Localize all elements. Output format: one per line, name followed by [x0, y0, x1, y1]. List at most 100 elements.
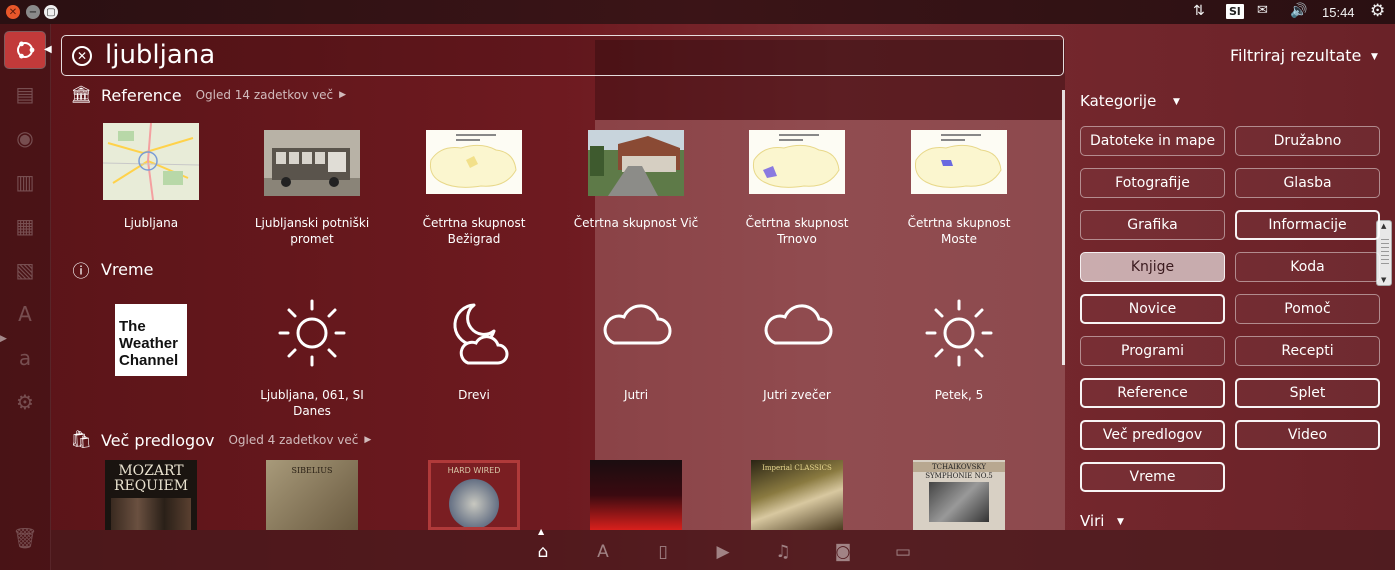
weather-tile[interactable]: Jutri	[555, 297, 717, 403]
home-lens-icon[interactable]: ⌂	[531, 542, 555, 562]
active-lens-indicator-icon: ▲	[538, 527, 545, 536]
result-tile[interactable]: Četrtna skupnost Trnovo	[716, 130, 878, 247]
weather-provider-tile[interactable]: The Weather Channel	[70, 304, 232, 376]
album-tile[interactable]: Imperial CLASSICS	[716, 460, 878, 530]
filter-button[interactable]: Več predlogov	[1080, 420, 1225, 450]
settings-app-icon[interactable]: ⚙	[5, 384, 45, 420]
scroll-down-icon[interactable]: ▼	[1381, 276, 1386, 284]
album-text: SIBELIUS	[291, 466, 333, 475]
category-title: Vreme	[101, 260, 154, 279]
launcher: ◀ ▤ ◉ ▥ ▦ ▧ A ▶ a ⚙ 🗑	[0, 24, 52, 570]
expand-arrow-icon[interactable]: ▶	[339, 90, 346, 100]
album-tile[interactable]	[555, 460, 717, 530]
keyboard-layout-indicator[interactable]: Sl	[1226, 4, 1244, 19]
tile-label: Četrtna skupnost	[907, 216, 1011, 230]
mail-icon[interactable]: ✉	[1257, 3, 1268, 18]
filter-button[interactable]: Knjige	[1080, 252, 1225, 282]
ubuntu-dash-button[interactable]	[5, 32, 45, 68]
logo-line: Weather	[119, 335, 178, 352]
volume-icon[interactable]: 🔊	[1290, 3, 1307, 19]
music-lens-icon[interactable]: ♫	[771, 542, 795, 562]
calc-app-icon[interactable]: ▦	[5, 208, 45, 244]
sources-heading[interactable]: Viri	[1080, 512, 1104, 530]
files-lens-icon[interactable]: ▯	[651, 542, 675, 562]
result-tile[interactable]: Četrtna skupnost Vič	[555, 130, 717, 231]
maximize-window-icon[interactable]: ▢	[44, 5, 58, 19]
album-text: Imperial CLASSICS	[762, 464, 832, 472]
social-lens-icon[interactable]: ▭	[891, 542, 915, 562]
software-center-app-icon[interactable]: A	[5, 296, 45, 332]
filter-results-toggle[interactable]: Filtriraj rezultate	[1230, 46, 1361, 65]
firefox-app-icon[interactable]: ◉	[5, 120, 45, 156]
album-tile[interactable]: MOZART REQUIEM	[70, 460, 232, 530]
dropdown-arrow-icon[interactable]: ▼	[1173, 97, 1180, 107]
launcher-active-arrow-icon: ◀	[44, 44, 52, 55]
album-cover: Imperial CLASSICS	[751, 460, 843, 530]
clock[interactable]: 15:44	[1322, 5, 1355, 20]
tile-label: Jutri	[623, 388, 649, 402]
amazon-app-icon[interactable]: a	[5, 340, 45, 376]
close-window-icon[interactable]: ✕	[6, 5, 20, 19]
reference-building-icon: 🏛	[70, 85, 92, 105]
tile-label: Bežigrad	[447, 232, 501, 246]
album-tile[interactable]: HARD WIRED	[393, 460, 555, 530]
filter-button[interactable]: Reference	[1080, 378, 1225, 408]
writer-app-icon[interactable]: ▥	[5, 164, 45, 200]
search-input[interactable]: ljubljana	[105, 40, 215, 70]
minimize-window-icon[interactable]: −	[26, 5, 40, 19]
result-tile[interactable]: Četrtna skupnost Bežigrad	[393, 130, 555, 247]
network-icon[interactable]: ⇅	[1193, 3, 1205, 19]
dash-search-box[interactable]: ✕ ljubljana	[61, 35, 1064, 76]
see-more-link[interactable]: Ogled 14 zadetkov več	[196, 88, 334, 102]
result-tile[interactable]: Četrtna skupnost Moste	[878, 130, 1040, 247]
filter-button[interactable]: Fotografije	[1080, 168, 1225, 198]
filter-button[interactable]: Pomoč	[1235, 294, 1380, 324]
weather-tile[interactable]: Petek, 5	[878, 297, 1040, 403]
see-more-link[interactable]: Ogled 4 zadetkov več	[228, 433, 358, 447]
clear-search-icon[interactable]: ✕	[72, 46, 92, 66]
photo-lens-icon[interactable]: ◙	[831, 542, 855, 562]
filter-button[interactable]: Recepti	[1235, 336, 1380, 366]
categories-heading[interactable]: Kategorije	[1080, 92, 1156, 110]
sun-icon	[278, 299, 346, 367]
filter-button[interactable]: Novice	[1080, 294, 1225, 324]
weather-channel-logo: The Weather Channel	[115, 304, 187, 376]
filter-button[interactable]: Grafika	[1080, 210, 1225, 240]
dropdown-arrow-icon[interactable]: ▼	[1117, 517, 1124, 527]
session-gear-icon[interactable]: ⚙	[1370, 1, 1385, 21]
scroll-grip[interactable]	[1381, 239, 1389, 267]
weather-tile[interactable]: Ljubljana, 061, SI Danes	[231, 297, 393, 419]
result-tile[interactable]: Ljubljana	[70, 123, 232, 231]
filter-button[interactable]: Programi	[1080, 336, 1225, 366]
trash-app-icon[interactable]: 🗑	[5, 520, 45, 556]
filter-button[interactable]: Informacije	[1235, 210, 1380, 240]
tile-label: Četrtna skupnost Vič	[573, 216, 699, 230]
scroll-up-icon[interactable]: ▲	[1381, 222, 1386, 230]
filter-button[interactable]: Vreme	[1080, 462, 1225, 492]
filter-button[interactable]: Glasba	[1235, 168, 1380, 198]
category-header-reference: 🏛 Reference Ogled 14 zadetkov več ▶	[70, 85, 346, 105]
filter-button[interactable]: Splet	[1235, 378, 1380, 408]
filter-button[interactable]: Družabno	[1235, 126, 1380, 156]
weather-tile[interactable]: Drevi	[393, 297, 555, 403]
filter-button[interactable]: Datoteke in mape	[1080, 126, 1225, 156]
album-text: SYMPHONIE NO.5	[925, 472, 993, 480]
dropdown-arrow-icon[interactable]: ▼	[1371, 52, 1378, 62]
video-lens-icon[interactable]: ▶	[711, 542, 735, 562]
tile-label: Četrtna skupnost	[422, 216, 526, 230]
cloud-icon	[764, 304, 833, 345]
tile-label: promet	[290, 232, 334, 246]
district-map-thumbnail	[426, 130, 522, 194]
result-tile[interactable]: Ljubljanski potniški promet	[231, 130, 393, 247]
tile-label: Četrtna skupnost	[745, 216, 849, 230]
filter-button[interactable]: Koda	[1235, 252, 1380, 282]
files-app-icon[interactable]: ▤	[5, 76, 45, 112]
tile-label: Danes	[293, 404, 331, 418]
album-tile[interactable]: SIBELIUS	[231, 460, 393, 530]
album-tile[interactable]: TCHAIKOVSKY SYMPHONIE NO.5	[878, 460, 1040, 530]
expand-arrow-icon[interactable]: ▶	[364, 435, 371, 445]
weather-tile[interactable]: Jutri zvečer	[716, 297, 878, 403]
apps-lens-icon[interactable]: A	[591, 542, 615, 562]
filter-button[interactable]: Video	[1235, 420, 1380, 450]
impress-app-icon[interactable]: ▧	[5, 252, 45, 288]
